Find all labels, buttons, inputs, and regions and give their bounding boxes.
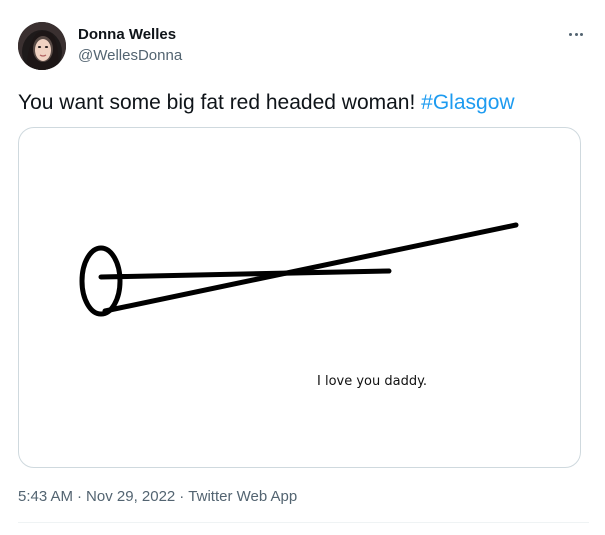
hashtag-link[interactable]: #Glasgow [421,91,514,114]
drawing-image [79,222,519,317]
tweet-time[interactable]: 5:43 AM [18,488,73,505]
media-caption: I love you daddy. [317,374,428,389]
more-options-button[interactable] [563,24,589,44]
drawing-line-horizontal [98,268,392,280]
tweet-body: You want some big fat red headed woman! [18,91,422,114]
drawing-line-diagonal [102,222,519,314]
avatar-photo-icon [18,22,66,70]
tweet-text: You want some big fat red headed woman! … [18,90,515,116]
tweet-meta: 5:43 AM · Nov 29, 2022 · Twitter Web App [18,488,297,505]
tweet-media[interactable]: I love you daddy. [18,127,581,468]
more-dots-icon [569,32,573,36]
divider [18,522,589,523]
avatar[interactable] [18,22,66,70]
tweet-source[interactable]: Twitter Web App [188,488,297,505]
meta-separator: · [77,488,83,505]
author-handle[interactable]: @WellesDonna [78,47,182,64]
drawing-ellipse [79,245,123,317]
tweet: Donna Welles @WellesDonna You want some … [0,0,605,535]
tweet-date[interactable]: Nov 29, 2022 [86,488,175,505]
author-display-name[interactable]: Donna Welles [78,26,176,43]
meta-separator-2: · [179,488,185,505]
